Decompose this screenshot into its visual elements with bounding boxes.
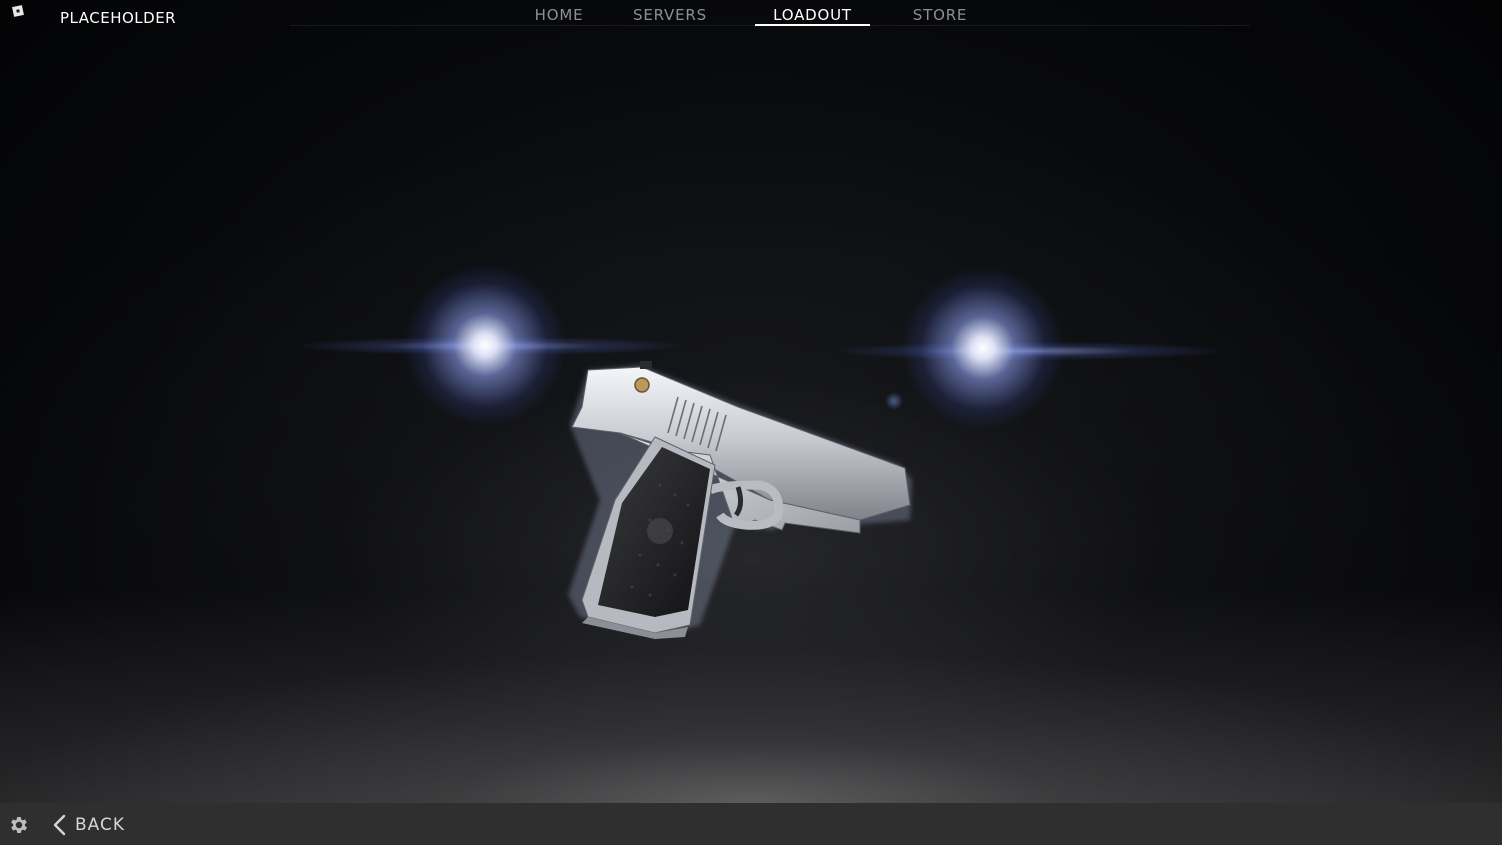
back-button[interactable]: BACK [52,812,142,838]
bottom-bar [0,803,1502,845]
tab-store-label: STORE [912,6,968,24]
tab-home[interactable]: HOME [526,6,592,26]
tab-servers[interactable]: SERVERS [622,6,718,26]
tab-store[interactable]: STORE [903,6,977,26]
tab-loadout-label: LOADOUT [773,6,852,24]
tab-home-label: HOME [534,6,584,24]
chevron-left-icon [53,814,66,836]
left-spotlight [405,265,565,425]
right-spotlight [903,268,1063,428]
active-tab-indicator [755,24,870,26]
top-nav-bar: PLACEHOLDER HOME SERVERS LOADOUT STORE [0,0,1502,32]
back-label: BACK [75,815,126,835]
roblox-icon[interactable] [12,5,24,17]
game-title: PLACEHOLDER [60,9,177,27]
gear-icon[interactable] [8,814,30,836]
tab-loadout[interactable]: LOADOUT [755,6,870,26]
tab-servers-label: SERVERS [633,6,707,24]
game-viewport [0,0,1502,845]
pistol-model[interactable] [560,355,920,640]
